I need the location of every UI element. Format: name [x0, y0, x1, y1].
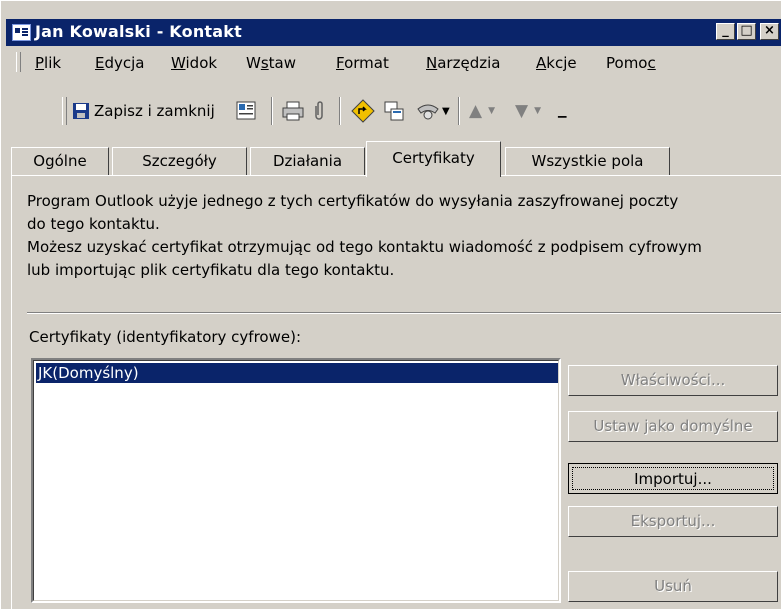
menu-edycja[interactable]: Edycja: [95, 54, 145, 72]
import-button-label: Importuj...: [572, 467, 774, 490]
menu-narzedzia[interactable]: Narzędzia: [426, 54, 500, 72]
list-item[interactable]: JK(Domyślny): [36, 363, 558, 383]
menubar-grip[interactable]: [16, 52, 21, 72]
toolbar-grip[interactable]: [62, 97, 67, 125]
next-item-icon: ▼: [515, 101, 529, 121]
dial-icon: [417, 104, 439, 120]
save-and-close-button[interactable]: Zapisz i zamknij: [72, 99, 215, 123]
contact-card-icon[interactable]: [12, 24, 31, 41]
minimize-button[interactable]: _: [716, 23, 735, 40]
info-text-line-1: Program Outlook użyje jednego z tych cer…: [27, 192, 679, 210]
save-business-card-button[interactable]: [236, 99, 258, 123]
close-button[interactable]: ×: [760, 23, 779, 40]
auto-dialer-button[interactable]: ▼: [416, 99, 450, 123]
chevron-down-icon[interactable]: ▼: [488, 106, 495, 116]
export-button[interactable]: Eksportuj...: [568, 506, 778, 537]
tab-label: Wszystkie pola: [531, 152, 644, 170]
tab-certyfikaty[interactable]: Certyfikaty: [366, 141, 501, 177]
save-and-close-label: Zapisz i zamknij: [94, 102, 215, 120]
menu-plik[interactable]: Plik: [35, 54, 61, 72]
chevron-down-icon[interactable]: ▼: [442, 106, 450, 117]
print-button[interactable]: [282, 99, 304, 123]
tab-dzialania[interactable]: Działania: [250, 147, 365, 175]
certificates-list-inner: JK(Domyślny): [33, 360, 559, 601]
toolbar-separator: [339, 97, 341, 125]
toolbar-separator: [458, 97, 460, 125]
save-icon: [73, 103, 89, 119]
import-button[interactable]: Importuj...: [568, 463, 778, 494]
attach-file-button[interactable]: [312, 99, 326, 123]
print-icon: [282, 101, 304, 121]
set-default-button[interactable]: Ustaw jako domyślne: [568, 411, 778, 442]
new-meeting-button[interactable]: [383, 99, 405, 123]
certificates-panel: Program Outlook użyje jednego z tych cer…: [11, 175, 781, 609]
business-card-icon: [236, 101, 256, 120]
tab-wszystkie-pola[interactable]: Wszystkie pola: [505, 147, 670, 175]
tab-szczegoly[interactable]: Szczegóły: [112, 147, 247, 175]
info-text-line-2: do tego kontaktu.: [27, 215, 160, 233]
tab-ogolne[interactable]: Ogólne: [11, 147, 109, 175]
toolbar-options-button[interactable]: ▁: [558, 99, 566, 123]
toolbar-options-icon: ▁: [558, 104, 567, 118]
menu-akcje[interactable]: Akcje: [536, 54, 577, 72]
window-title: Jan Kowalski - Kontakt: [35, 22, 242, 41]
tab-label: Szczegóły: [142, 152, 217, 170]
properties-button[interactable]: Właściwości...: [568, 365, 778, 396]
follow-up-button[interactable]: [351, 99, 375, 123]
info-text-line-4: lub importując plik certyfikatu dla tego…: [27, 261, 395, 279]
menu-wstaw[interactable]: Wstaw: [246, 54, 296, 72]
close-icon: ×: [764, 23, 775, 38]
toolbar-separator: [271, 97, 273, 125]
menu-format[interactable]: Format: [336, 54, 389, 72]
tab-label: Ogólne: [33, 152, 87, 170]
tab-label: Certyfikaty: [392, 149, 475, 167]
previous-item-button[interactable]: ▲ ▼: [469, 99, 495, 123]
standard-toolbar: Zapisz i zamknij ▼ ▲ ▼ ▼ ▼ ▁: [6, 93, 781, 131]
menu-pomoc[interactable]: Pomoc: [606, 54, 656, 72]
certificates-list-label: Certyfikaty (identyfikatory cyfrowe):: [29, 328, 302, 346]
remove-button[interactable]: Usuń: [568, 571, 778, 602]
title-bar[interactable]: Jan Kowalski - Kontakt _ □ ×: [6, 19, 781, 46]
tab-label: Działania: [272, 152, 343, 170]
chevron-down-icon[interactable]: ▼: [534, 106, 541, 116]
maximize-icon: □: [740, 23, 753, 38]
info-text-line-3: Możesz uzyskać certyfikat otrzymując od …: [27, 238, 702, 256]
section-divider: [27, 312, 781, 314]
attachment-icon: [315, 101, 323, 120]
menu-bar: Plik Edycja Widok Wstaw Format Narzędzia…: [6, 46, 781, 77]
menu-widok[interactable]: Widok: [171, 54, 217, 72]
minimize-icon: _: [722, 23, 729, 38]
follow-up-flag-icon: [351, 99, 375, 123]
contact-window: Jan Kowalski - Kontakt _ □ × Plik Edycja…: [0, 0, 781, 609]
tab-strip: Ogólne Szczegóły Działania Certyfikaty W…: [11, 141, 781, 177]
new-meeting-icon: [384, 101, 404, 121]
maximize-button[interactable]: □: [737, 23, 756, 40]
next-item-button[interactable]: ▼ ▼: [515, 99, 541, 123]
certificates-list[interactable]: JK(Domyślny): [31, 358, 561, 603]
previous-item-icon: ▲: [469, 101, 483, 121]
